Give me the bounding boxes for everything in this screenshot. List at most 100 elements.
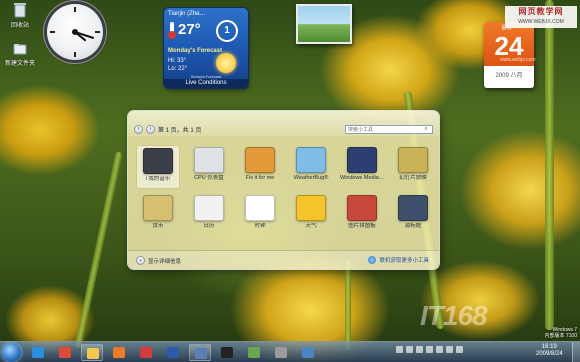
get-more-gadgets-label: 联机获取更多小工具 (379, 258, 429, 264)
cpu-meter-icon (194, 147, 224, 173)
clock-center (72, 29, 78, 35)
taskbar-button[interactable] (81, 344, 103, 361)
desktop: 回收站 新建文件夹 Tianjin (Zha… 27° 1 Monday's F… (0, 0, 580, 362)
gadget-item[interactable]: 时钟 (238, 193, 282, 237)
gallery-search-input[interactable] (346, 126, 420, 133)
picture-puzzle-icon (347, 195, 377, 221)
gadgets-icon (195, 348, 207, 359)
search-icon[interactable]: ⌕ (420, 126, 432, 133)
gadget-item[interactable]: Windows Media… (340, 145, 384, 189)
taskbar-button[interactable] (270, 344, 292, 361)
gallery-page-nav: ‹ › 第 1 页，共 1 页 (134, 125, 201, 134)
tray-icon[interactable] (426, 346, 433, 353)
desktop-icon-label: 回收站 (10, 23, 29, 29)
app-icon (248, 347, 260, 358)
previous-page-button[interactable]: ‹ (134, 125, 143, 134)
slideshow-gadget[interactable] (296, 4, 352, 44)
gallery-page-label: 第 1 页，共 1 页 (158, 128, 202, 134)
fix-it-icon (245, 147, 275, 173)
weather-high: Hi: 33° (168, 58, 187, 64)
media-player-icon (113, 347, 125, 358)
tray-icon[interactable] (396, 346, 403, 353)
desktop-icon-label: 新建文件夹 (4, 61, 35, 67)
taskbar-button[interactable] (243, 344, 265, 361)
taskbar-button[interactable] (27, 344, 49, 361)
gallery-search-box[interactable]: ⌕ (345, 125, 433, 134)
calendar-month-year: 2009 八月 (495, 73, 523, 79)
taskbar: 16:19 2009/8/24 (0, 341, 580, 362)
recycle-bin-icon (14, 3, 26, 18)
qq-icon (221, 347, 233, 358)
flower-stem (545, 0, 554, 330)
gadget-item[interactable]: CPU 仪表盘 (187, 145, 231, 189)
start-button[interactable] (2, 343, 21, 362)
gadget-item[interactable]: 源标题 (391, 193, 435, 237)
weather-city: Tianjin (Zha… (168, 11, 206, 17)
gadget-item-label: WeatherBug® (293, 175, 329, 181)
tray-icon[interactable] (406, 346, 413, 353)
gadget-item[interactable]: 日历 (187, 193, 231, 237)
gadget-gallery-window: ‹ › 第 1 页，共 1 页 ⌕ i 我的音乐 CPU 仪表盘 Fix it fo… (128, 111, 439, 269)
get-more-gadgets-link[interactable]: 联机获取更多小工具 (368, 256, 429, 264)
show-desktop-button[interactable] (572, 342, 580, 362)
tray-icon[interactable] (436, 346, 443, 353)
gadget-item[interactable]: 货币 (136, 193, 180, 237)
taskbar-button[interactable] (297, 344, 319, 361)
gallery-footer: ⌄ 显示详细信息 联机获取更多小工具 (128, 250, 439, 269)
windows-build-label: 内部版本 7100 (544, 333, 577, 339)
weather-live-conditions-tab[interactable]: Live Conditions (164, 79, 248, 88)
globe-icon (368, 256, 377, 264)
ie-icon (32, 347, 44, 358)
tray-icon[interactable] (416, 346, 423, 353)
gadget-item[interactable]: i 我的音乐 (136, 145, 180, 189)
uv-dial: 1 (216, 20, 238, 42)
chrome-icon (59, 347, 71, 358)
system-tray (396, 346, 463, 353)
currency-icon (143, 195, 173, 221)
taskbar-button[interactable] (216, 344, 238, 361)
clock-tick (74, 7, 76, 12)
taskbar-button[interactable] (108, 344, 130, 361)
remote-desktop-icon (302, 347, 314, 358)
gadget-item[interactable]: WeatherBug® (289, 145, 333, 189)
taskbar-button[interactable] (135, 344, 157, 361)
sun-icon (216, 53, 236, 73)
taskbar-clock[interactable]: 16:19 2009/8/24 (536, 344, 563, 358)
clock-tick (50, 31, 55, 33)
clock-tick (95, 31, 100, 33)
desktop-icon-recycle-bin[interactable]: 回收站 (0, 2, 40, 29)
show-details-toggle[interactable]: ⌄ 显示详细信息 (136, 256, 181, 265)
gadget-item-label: 日历 (203, 223, 215, 229)
taskbar-button[interactable] (54, 344, 76, 361)
gadget-item-label: 货币 (152, 223, 164, 229)
feed-headlines-icon (398, 195, 428, 221)
gadget-item-label: 幻灯片放映 (399, 175, 427, 181)
desktop-icon-new-folder[interactable]: 新建文件夹 (0, 42, 40, 67)
tools-icon (275, 347, 287, 358)
taskbar-button[interactable] (162, 344, 184, 361)
chevron-down-icon: ⌄ (136, 256, 145, 265)
network-icon[interactable] (456, 346, 463, 353)
gadget-item[interactable]: 幻灯片放映 (391, 145, 435, 189)
thermometer-icon (168, 22, 176, 39)
site-watermark: 网页教学网 WWW.WEBJX.COM (505, 6, 577, 28)
volume-icon[interactable] (446, 346, 453, 353)
weather-gadget[interactable]: Tianjin (Zha… 27° 1 Monday's Forecast Hi… (164, 8, 248, 88)
weather-low: Lo: 22° (168, 66, 188, 72)
clock-gadget[interactable] (47, 4, 103, 60)
gadget-item-label: 时钟 (254, 223, 266, 229)
gadget-item[interactable]: Fix it for me (238, 145, 282, 189)
word-icon (167, 347, 179, 358)
next-page-button[interactable]: › (146, 125, 155, 134)
gadget-item-label: 天气 (305, 223, 317, 229)
calendar-icon (194, 195, 224, 221)
gadget-item-label: 图片拼图板 (348, 223, 376, 229)
calendar-gadget[interactable]: 星期一 24 2009 八月 (484, 22, 534, 88)
taskbar-button[interactable] (189, 344, 211, 361)
gadget-item[interactable]: 图片拼图板 (340, 193, 384, 237)
folder-icon (13, 44, 27, 55)
gadget-item-label: i 我的音乐 (145, 176, 171, 182)
brand-watermark: IT168 (420, 300, 488, 331)
gadget-item[interactable]: 天气 (289, 193, 333, 237)
slideshow-icon (398, 147, 428, 173)
